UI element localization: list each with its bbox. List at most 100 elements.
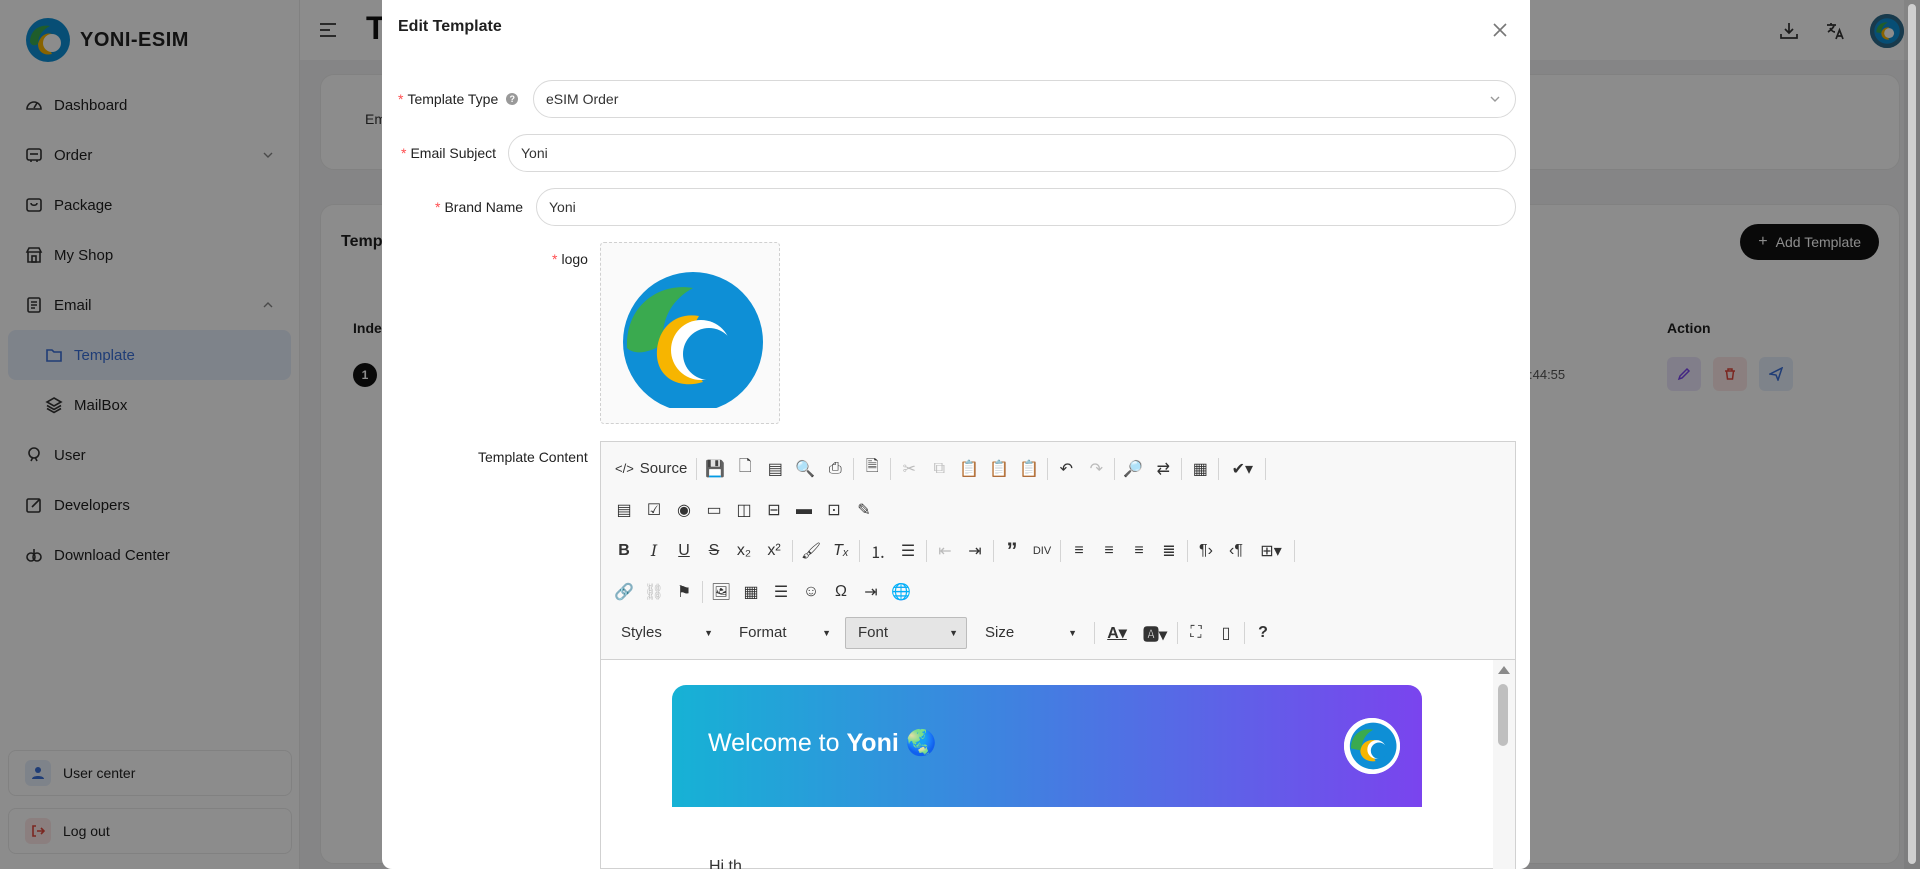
show-blocks-icon[interactable]: ▯	[1211, 619, 1241, 647]
new-page-icon[interactable]: 🗋	[730, 455, 760, 483]
toolbar-separator	[1177, 621, 1178, 644]
form-icon[interactable]: ▤	[609, 496, 639, 524]
page-scroll-thumb[interactable]	[1908, 4, 1916, 864]
text-direction-rtl-icon[interactable]: ‹¶	[1221, 537, 1251, 565]
checkbox-icon[interactable]: ☑	[639, 496, 669, 524]
toolbar-separator	[1094, 621, 1095, 644]
select-all-icon[interactable]: ▦	[1185, 455, 1215, 483]
blockquote-icon[interactable]: ”	[997, 537, 1027, 565]
template-type-select[interactable]: eSIM Order	[533, 80, 1516, 118]
toolbar-separator	[1265, 457, 1267, 480]
bold-icon[interactable]: B	[609, 537, 639, 565]
caret-down-icon: ▼	[1068, 627, 1077, 638]
preview-icon[interactable]: 🔍	[790, 455, 820, 483]
image-button-icon[interactable]: ⊡	[819, 496, 849, 524]
underline-icon[interactable]: U	[669, 537, 699, 565]
brand-name-input[interactable]: Yoni	[536, 188, 1516, 226]
text-direction-ltr-icon[interactable]: ¶›	[1191, 537, 1221, 565]
subscript-icon[interactable]: x₂	[729, 537, 759, 565]
help-about-icon[interactable]: ?	[1248, 619, 1278, 647]
select-field-icon[interactable]: ⊟	[759, 496, 789, 524]
toolbar-separator	[926, 539, 927, 562]
spellcheck-icon[interactable]: ✔▾	[1222, 455, 1262, 483]
styles-dropdown[interactable]: Styles ▼	[609, 617, 721, 649]
logo-upload[interactable]	[600, 242, 780, 424]
template-type-row: * Template Type ? eSIM Order	[382, 80, 1530, 118]
page-break-icon[interactable]: ⇥	[856, 578, 886, 606]
superscript-icon[interactable]: x²	[759, 537, 789, 565]
email-subject-input[interactable]: Yoni	[508, 134, 1516, 172]
toolbar-separator	[1047, 457, 1049, 480]
editor-content[interactable]: Welcome to Yoni 🌏 Hi th	[601, 660, 1491, 869]
align-left-icon[interactable]: ≡	[1064, 537, 1094, 565]
print-icon[interactable]: ⎙	[820, 455, 850, 483]
format-label: Format	[739, 624, 787, 641]
source-button[interactable]: </> Source	[609, 455, 693, 483]
text-field-icon[interactable]: ▭	[699, 496, 729, 524]
logo-row: * logo	[382, 240, 1530, 278]
uploaded-logo-image	[623, 272, 763, 408]
horizontal-rule-icon[interactable]: ☰	[766, 578, 796, 606]
indent-icon[interactable]: ⇥	[960, 537, 990, 565]
bulleted-list-icon[interactable]: ☰	[893, 537, 923, 565]
hidden-field-icon[interactable]: ✎	[849, 496, 879, 524]
font-dropdown[interactable]: Font ▼	[845, 616, 967, 649]
numbered-list-icon[interactable]: ⒈	[863, 537, 893, 565]
scroll-thumb[interactable]	[1498, 684, 1508, 746]
find-icon[interactable]: 🔎	[1118, 455, 1148, 483]
templates-icon[interactable]: 🗎	[857, 455, 887, 483]
background-color-icon[interactable]: 🅰▾	[1136, 619, 1174, 647]
div-container-icon[interactable]: DIV	[1027, 537, 1057, 565]
italic-icon[interactable]: I	[639, 537, 669, 565]
size-dropdown[interactable]: Size ▼	[973, 617, 1085, 649]
radio-icon[interactable]: ◉	[669, 496, 699, 524]
save-icon[interactable]: 💾	[700, 455, 730, 483]
toolbar-separator	[702, 580, 703, 603]
help-icon[interactable]: ?	[506, 93, 519, 105]
close-icon[interactable]	[1490, 20, 1510, 40]
replace-icon[interactable]: ⇄	[1148, 455, 1178, 483]
align-right-icon[interactable]: ≡	[1124, 537, 1154, 565]
editor-toolbar: </> Source 💾 🗋 ▤ 🔍 ⎙ 🗎 ✂ ⧉ 📋 📋 📋 ↶ ↷ 🔎 ⇄…	[601, 442, 1515, 660]
table-icon[interactable]: ▦	[736, 578, 766, 606]
anchor-icon[interactable]: ⚑	[669, 578, 699, 606]
justify-icon[interactable]: ≣	[1154, 537, 1184, 565]
copy-format-icon[interactable]: 🖌	[796, 537, 826, 565]
format-dropdown[interactable]: Format ▼	[727, 617, 839, 649]
source-icon: </>	[615, 461, 634, 476]
email-banner: Welcome to Yoni 🌏	[672, 685, 1422, 807]
toolbar-separator	[1218, 457, 1220, 480]
smiley-icon[interactable]: ☺	[796, 578, 826, 606]
copy-icon[interactable]: ⧉	[924, 455, 954, 483]
textarea-icon[interactable]: ◫	[729, 496, 759, 524]
text-color-icon[interactable]: A▾	[1098, 619, 1136, 647]
export-pdf-icon[interactable]: ▤	[760, 455, 790, 483]
paste-word-icon[interactable]: 📋	[1014, 455, 1044, 483]
email-subject-label: * Email Subject	[401, 134, 496, 172]
remove-format-icon[interactable]: Tₓ	[826, 537, 856, 565]
outdent-icon[interactable]: ⇤	[930, 537, 960, 565]
paste-icon[interactable]: 📋	[954, 455, 984, 483]
logo-text: logo	[561, 251, 588, 267]
button-field-icon[interactable]: ▬	[789, 496, 819, 524]
image-icon[interactable]: 🖼	[706, 578, 736, 606]
cut-icon[interactable]: ✂	[894, 455, 924, 483]
unlink-icon[interactable]: ⛓	[639, 578, 669, 606]
page-scrollbar[interactable]	[1904, 0, 1920, 869]
align-center-icon[interactable]: ≡	[1094, 537, 1124, 565]
iframe-icon[interactable]: 🌐	[886, 578, 916, 606]
link-icon[interactable]: 🔗	[609, 578, 639, 606]
editor-scrollbar[interactable]	[1493, 660, 1515, 869]
toolbar-separator	[853, 457, 855, 480]
paste-text-icon[interactable]: 📋	[984, 455, 1014, 483]
maximize-icon[interactable]: ⛶	[1181, 619, 1211, 647]
scroll-up-icon[interactable]	[1498, 666, 1510, 674]
undo-icon[interactable]: ↶	[1051, 455, 1081, 483]
template-type-value: eSIM Order	[546, 91, 619, 107]
toolbar-separator	[890, 457, 892, 480]
strikethrough-icon[interactable]: S	[699, 537, 729, 565]
language-icon[interactable]: ⊞▾	[1251, 537, 1291, 565]
special-char-icon[interactable]: Ω	[826, 578, 856, 606]
toolbar-separator	[1187, 539, 1188, 562]
redo-icon[interactable]: ↷	[1081, 455, 1111, 483]
